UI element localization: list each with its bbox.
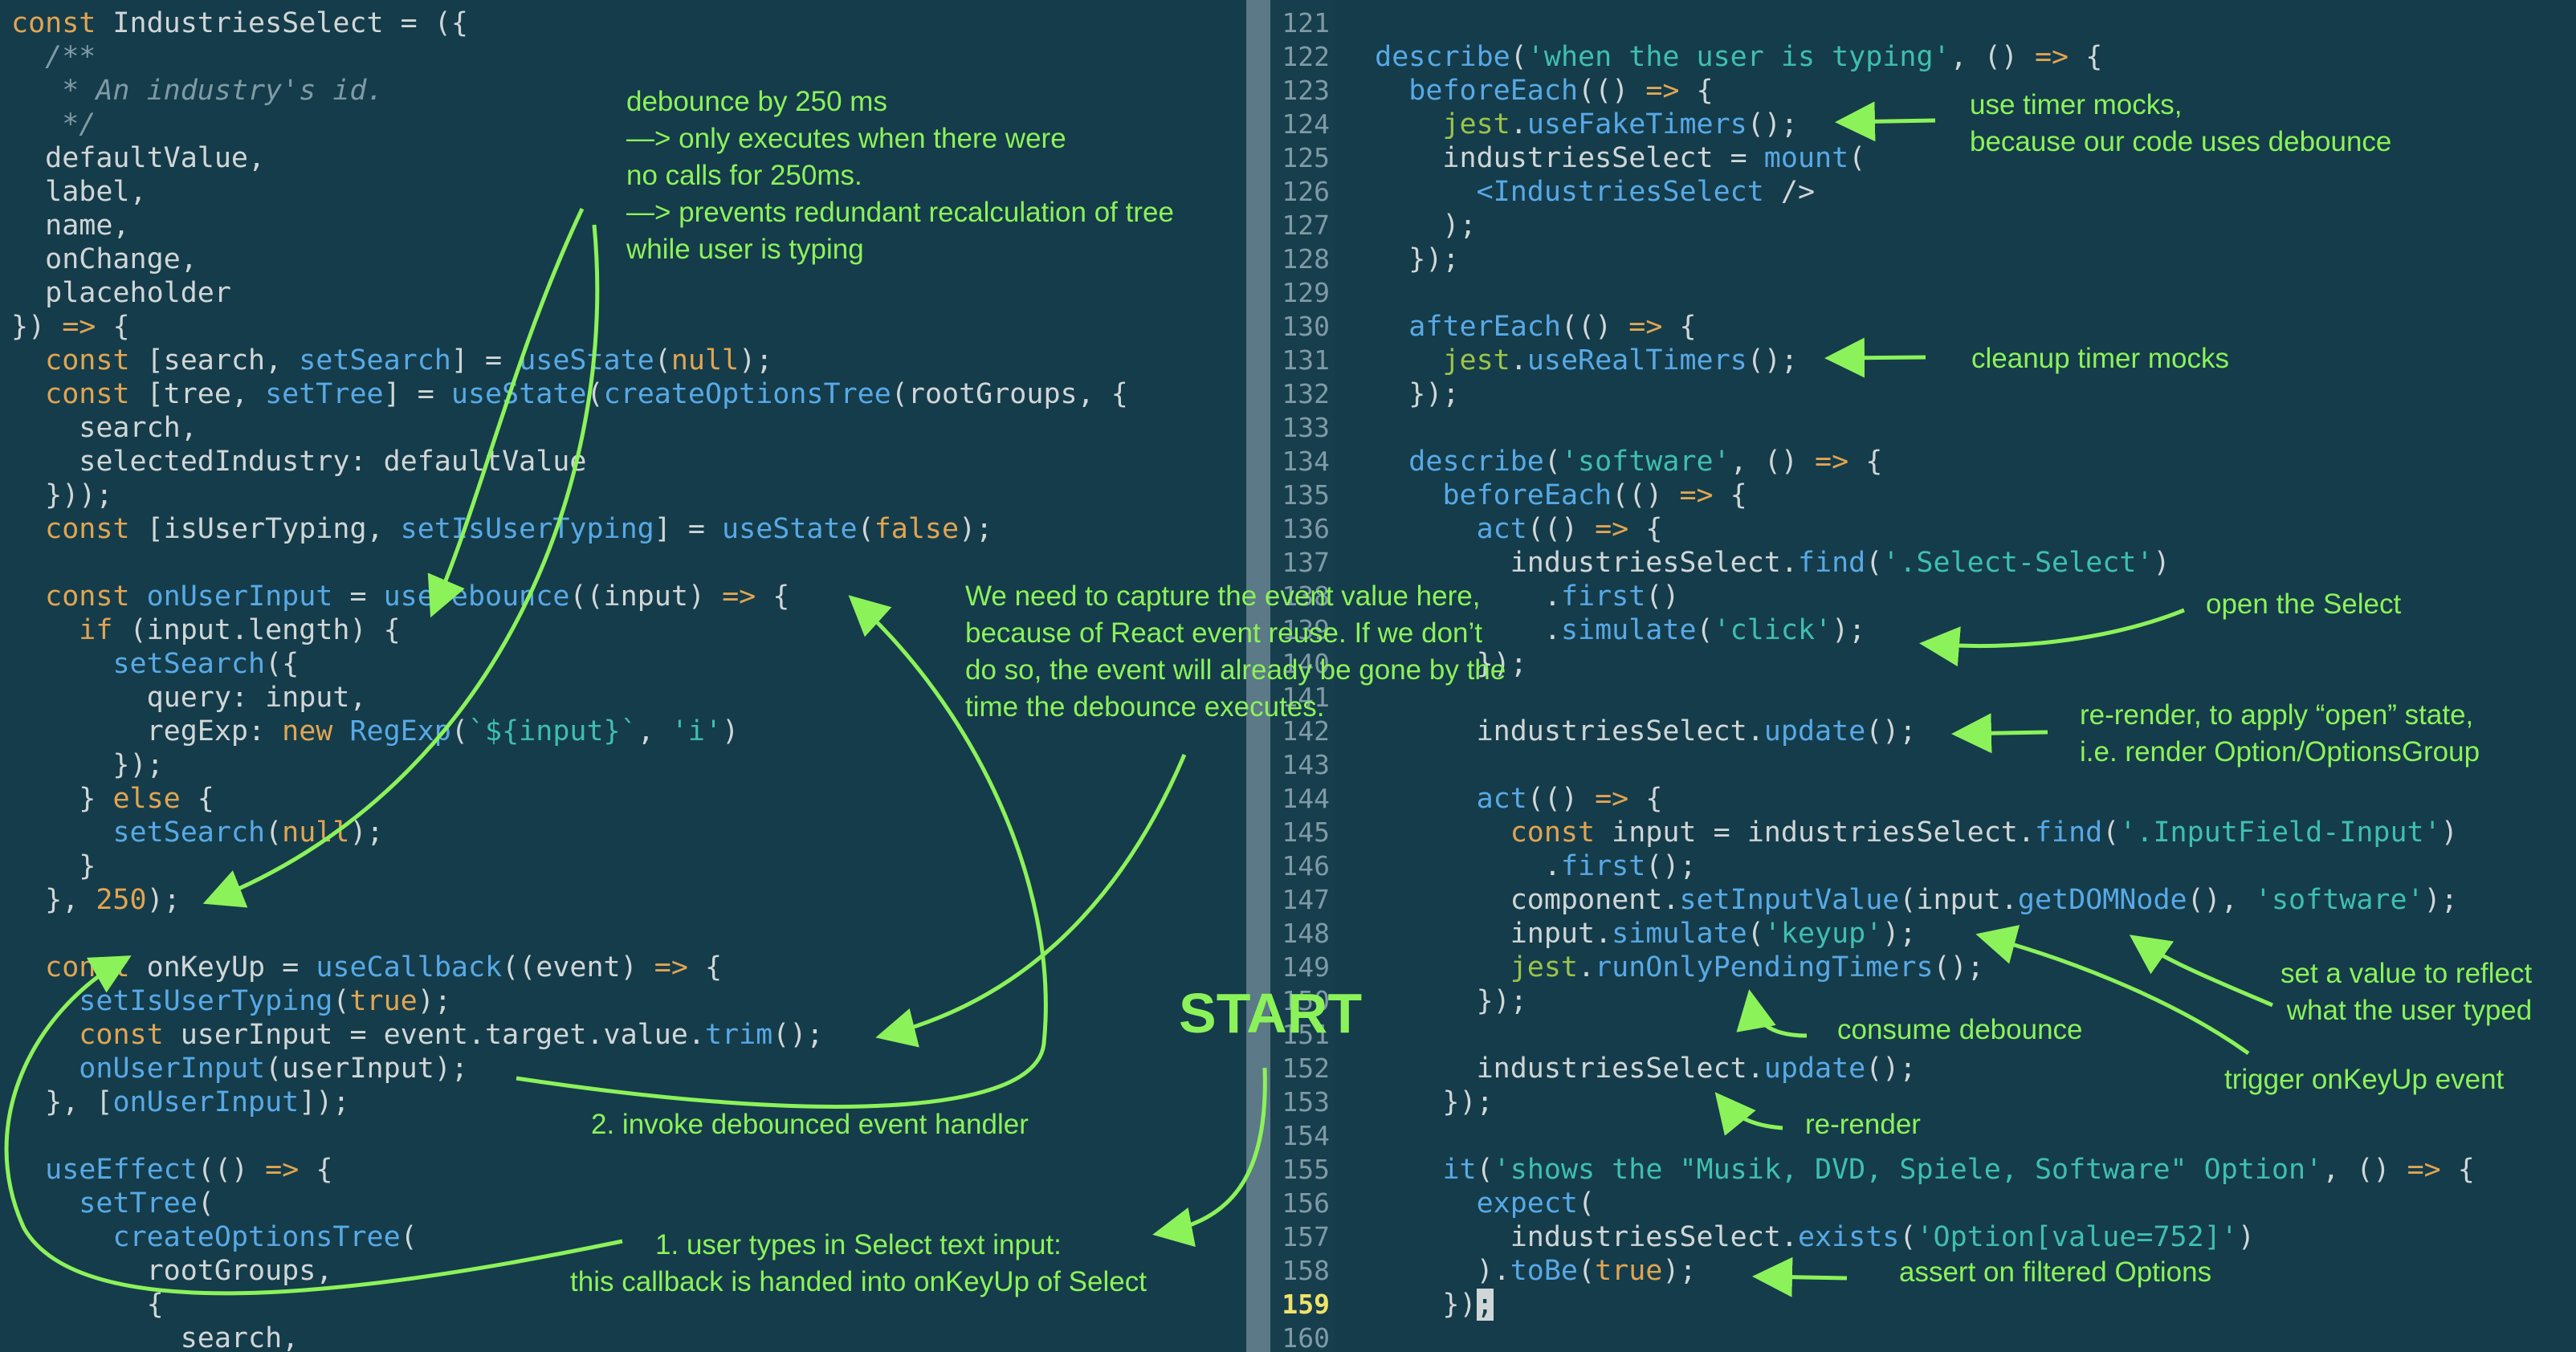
arrow-to-update-2 xyxy=(1714,1092,1783,1136)
annotation-consume-debounce: consume debounce xyxy=(1837,1014,2083,1045)
annotation-rerender: re-render xyxy=(1805,1109,1921,1140)
annotation-assert: assert on filtered Options xyxy=(1899,1256,2212,1288)
arrow-start-to-user-types xyxy=(1152,1067,1267,1248)
arrow-debounce-to-250 xyxy=(202,224,600,908)
arrow-debounce-to-usedebounce xyxy=(427,207,585,618)
arrow-to-simulate-click xyxy=(1919,608,2185,667)
arrow-to-setinputvalue xyxy=(2129,935,2273,1008)
arrow-to-usefaketimers xyxy=(1835,101,1936,142)
annotation-invoke-handler: 2. invoke debounced event handler xyxy=(591,1109,1029,1140)
arrow-to-runpendingtimers xyxy=(1736,989,1808,1038)
annotation-debounce: debounce by 250 ms —> only executes when… xyxy=(626,86,1174,265)
arrow-to-update-1 xyxy=(1951,713,2048,754)
arrow-to-userealtimers xyxy=(1824,337,1926,378)
arrow-user-types-to-onkeyup xyxy=(4,955,623,1296)
start-label: START xyxy=(1179,982,1363,1045)
arrow-to-tobe xyxy=(1752,1256,1848,1297)
arrow-capture-to-trim xyxy=(875,754,1187,1048)
annotation-open-select: open the Select xyxy=(2206,588,2402,620)
annotation-cleanup: cleanup timer mocks xyxy=(1971,343,2229,374)
annotation-capture-event: We need to capture the event value here,… xyxy=(965,580,1506,723)
annotation-rerender-open: re-render, to apply “open” state, i.e. r… xyxy=(2080,699,2480,768)
annotation-user-types: 1. user types in Select text input: this… xyxy=(570,1229,1147,1297)
annotation-trigger-keyup: trigger onKeyUp event xyxy=(2224,1064,2505,1095)
annotation-timer-mocks: use timer mocks, because our code uses d… xyxy=(1970,89,2392,157)
annotation-set-value: set a value to reflect what the user typ… xyxy=(2280,958,2533,1026)
